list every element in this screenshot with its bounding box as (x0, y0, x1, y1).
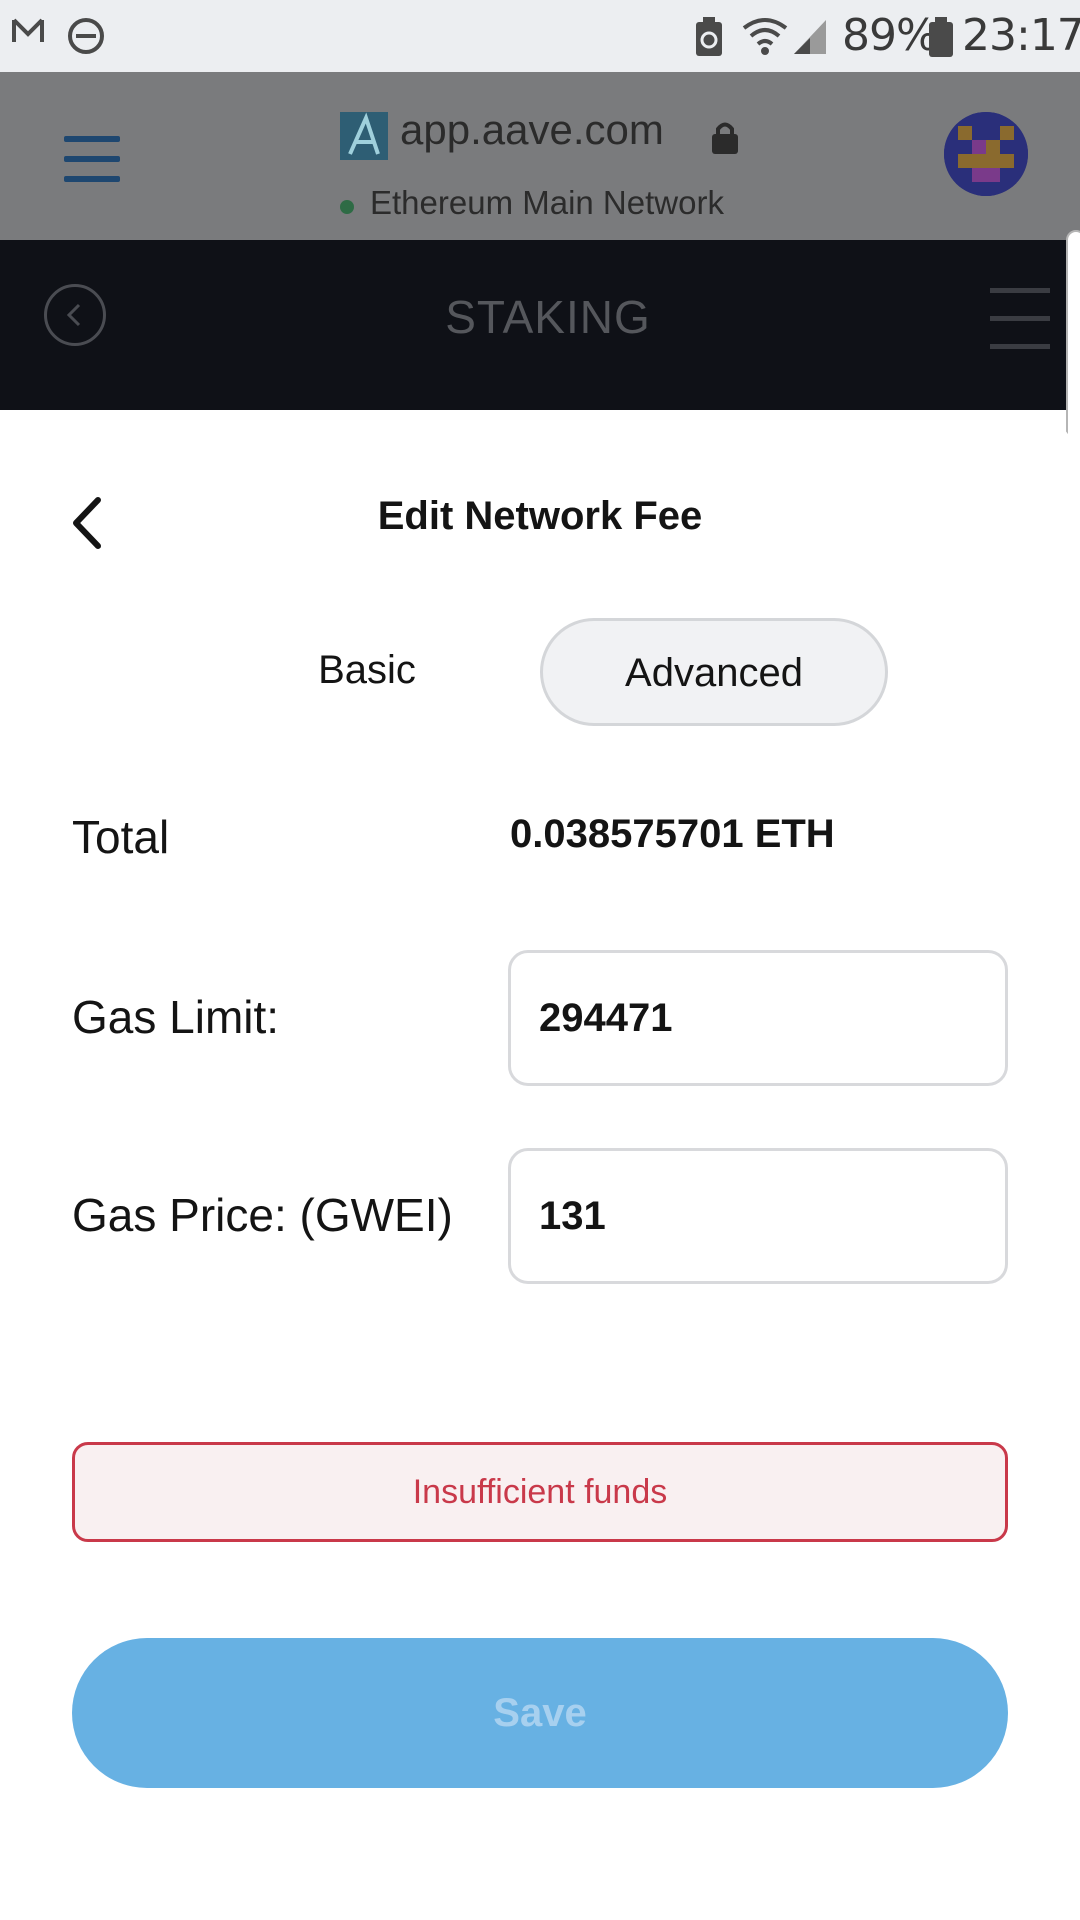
site-url[interactable]: app.aave.com (400, 106, 664, 154)
tab-basic[interactable]: Basic (222, 618, 512, 726)
gas-price-label: Gas Price: (GWEI) (72, 1189, 453, 1241)
hamburger-icon[interactable] (64, 136, 120, 182)
error-message: Insufficient funds (72, 1442, 1008, 1542)
dnd-icon (66, 16, 106, 61)
gmail-icon (12, 16, 44, 51)
total-value: 0.038575701 ETH (510, 812, 835, 856)
edit-fee-sheet: Edit Network Fee Basic Advanced Total 0.… (0, 410, 1080, 1920)
gas-limit-label: Gas Limit: (72, 991, 280, 1043)
avatar[interactable] (944, 112, 1028, 196)
status-bar: 89% 23:17 (0, 0, 1080, 72)
gas-price-input[interactable]: 131 (508, 1148, 1008, 1284)
gas-limit-input[interactable]: 294471 (508, 950, 1008, 1086)
battery-icon (928, 16, 954, 63)
wifi-icon (740, 16, 790, 61)
browser-header: app.aave.com Ethereum Main Network (0, 72, 1080, 240)
battery-saver-icon (694, 16, 724, 63)
save-button[interactable]: Save (72, 1638, 1008, 1788)
battery-percent: 89% (842, 10, 938, 61)
network-label: Ethereum Main Network (370, 184, 724, 221)
page-title: STAKING (445, 291, 651, 343)
aave-logo-icon (340, 112, 388, 160)
clock: 23:17 (962, 10, 1080, 61)
total-label: Total (72, 811, 170, 863)
sheet-title: Edit Network Fee (377, 494, 703, 538)
signal-icon (792, 16, 828, 61)
tab-advanced[interactable]: Advanced (540, 618, 888, 726)
lock-icon (710, 120, 740, 161)
network-status-dot (340, 200, 354, 214)
page-nav: STAKING (0, 240, 1080, 410)
